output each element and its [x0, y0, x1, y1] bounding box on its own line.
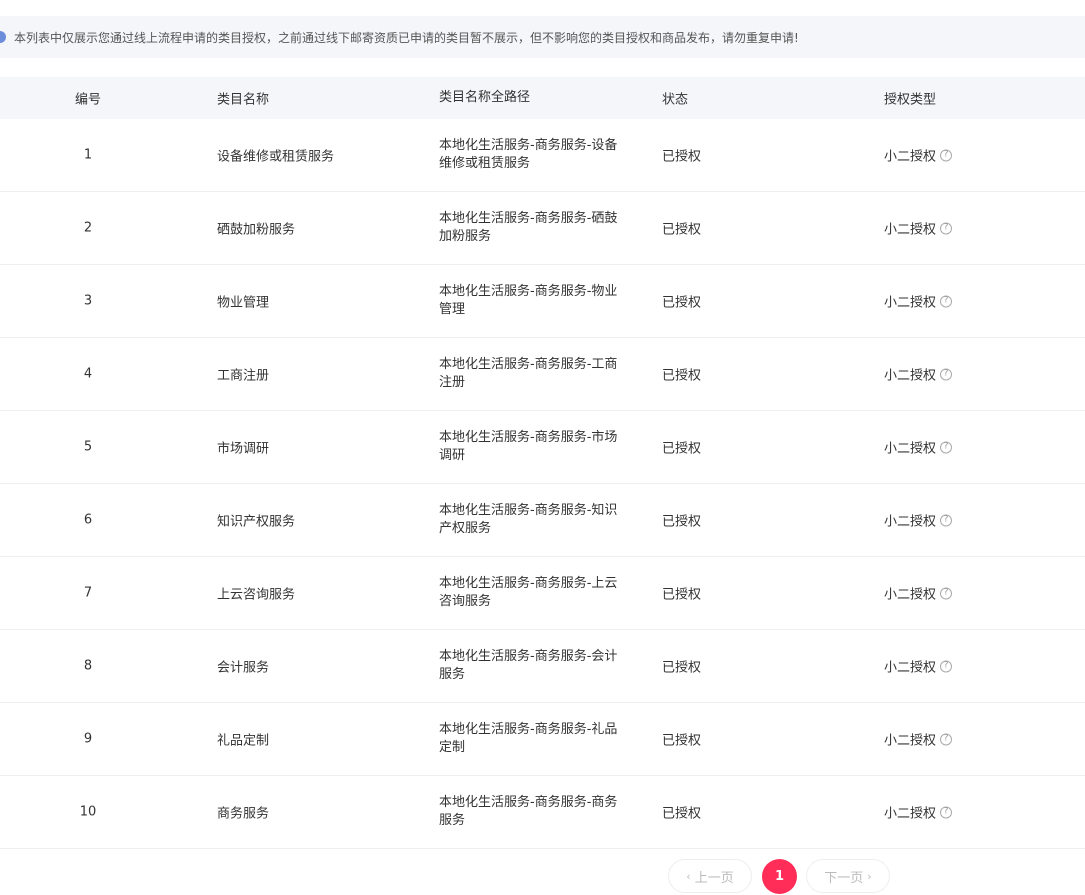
help-circle-icon[interactable]: ? [940, 660, 953, 672]
cell-no: 1 [83, 147, 93, 163]
cell-state: 已授权 [662, 295, 702, 311]
help-circle-icon[interactable]: ? [940, 806, 953, 818]
header-path: 类目名称全路径 [439, 90, 531, 105]
next-page-label: 下一页 [824, 870, 864, 886]
help-circle-icon[interactable]: ? [940, 368, 953, 380]
help-circle-icon[interactable]: ? [940, 587, 953, 599]
info-icon [0, 31, 6, 43]
cell-state: 已授权 [662, 514, 702, 530]
cell-path: 本地化生活服务-商务服务-硒鼓加粉服务 [439, 211, 618, 244]
cell-name: 商务服务 [217, 806, 270, 822]
help-circle-icon[interactable]: ? [940, 149, 953, 161]
cell-no: 2 [83, 220, 93, 236]
cell-state: 已授权 [662, 441, 702, 457]
auth-type-label: 小二授权 [884, 368, 937, 384]
cell-state: 已授权 [662, 368, 702, 384]
pagination: ‹ 上一页 1 下一页 › [0, 857, 1085, 895]
cell-path: 本地化生活服务-商务服务-会计服务 [439, 649, 618, 682]
table-row: 10 商务服务 本地化生活服务-商务服务-商务服务 已授权 小二授权? [0, 776, 1085, 849]
cell-no: 4 [83, 366, 93, 382]
cell-state: 已授权 [662, 806, 702, 822]
auth-type-label: 小二授权 [884, 514, 937, 530]
cell-type: 小二授权? [884, 292, 1064, 311]
header-state: 状态 [662, 92, 689, 108]
cell-no: 7 [83, 585, 93, 601]
header-no: 编号 [74, 92, 101, 108]
cell-path: 本地化生活服务-商务服务-设备维修或租赁服务 [439, 138, 618, 171]
cell-no: 9 [83, 731, 93, 747]
cell-type: 小二授权? [884, 438, 1064, 457]
prev-page-button[interactable]: ‹ 上一页 [668, 859, 752, 893]
help-circle-icon[interactable]: ? [940, 733, 953, 745]
chevron-right-icon: › [867, 869, 872, 883]
cell-path: 本地化生活服务-商务服务-上云咨询服务 [439, 576, 618, 609]
cell-type: 小二授权? [884, 803, 1064, 822]
cell-name: 硒鼓加粉服务 [217, 222, 296, 238]
cell-name: 会计服务 [217, 660, 270, 676]
auth-type-label: 小二授权 [884, 806, 937, 822]
cell-state: 已授权 [662, 587, 702, 603]
cell-type: 小二授权? [884, 730, 1064, 749]
notice-text: 本列表中仅展示您通过线上流程申请的类目授权，之前通过线下邮寄资质已申请的类目暂不… [14, 30, 799, 45]
auth-type-label: 小二授权 [884, 295, 937, 311]
cell-state: 已授权 [662, 660, 702, 676]
cell-name: 市场调研 [217, 441, 270, 457]
auth-type-label: 小二授权 [884, 660, 937, 676]
cell-no: 6 [83, 512, 93, 528]
cell-no: 5 [83, 439, 93, 455]
prev-page-label: 上一页 [694, 870, 734, 886]
auth-type-label: 小二授权 [884, 587, 937, 603]
cell-no: 8 [83, 658, 93, 674]
table-row: 1 设备维修或租赁服务 本地化生活服务-商务服务-设备维修或租赁服务 已授权 小二授权? [0, 119, 1085, 192]
table-row: 2 硒鼓加粉服务 本地化生活服务-商务服务-硒鼓加粉服务 已授权 小二授权? [0, 192, 1085, 265]
cell-name: 物业管理 [217, 295, 270, 311]
header-type: 授权类型 [884, 92, 937, 108]
cell-path: 本地化生活服务-商务服务-市场调研 [439, 430, 618, 463]
cell-state: 已授权 [662, 149, 702, 165]
cell-name: 工商注册 [217, 368, 270, 384]
page-1-button[interactable]: 1 [762, 859, 797, 894]
cell-type: 小二授权? [884, 511, 1064, 530]
cell-name: 知识产权服务 [217, 514, 296, 530]
auth-type-label: 小二授权 [884, 149, 937, 165]
auth-type-label: 小二授权 [884, 441, 937, 457]
cell-type: 小二授权? [884, 584, 1064, 603]
cell-name: 上云咨询服务 [217, 587, 296, 603]
cell-path: 本地化生活服务-商务服务-知识产权服务 [439, 503, 618, 536]
table-row: 7 上云咨询服务 本地化生活服务-商务服务-上云咨询服务 已授权 小二授权? [0, 557, 1085, 630]
table-row: 3 物业管理 本地化生活服务-商务服务-物业管理 已授权 小二授权? [0, 265, 1085, 338]
cell-path: 本地化生活服务-商务服务-工商注册 [439, 357, 618, 390]
table-header: 编号 类目名称 类目名称全路径 状态 授权类型 [0, 77, 1085, 119]
cell-no: 3 [83, 293, 93, 309]
notice-bar: 本列表中仅展示您通过线上流程申请的类目授权，之前通过线下邮寄资质已申请的类目暂不… [0, 16, 1085, 58]
table-row: 6 知识产权服务 本地化生活服务-商务服务-知识产权服务 已授权 小二授权? [0, 484, 1085, 557]
cell-type: 小二授权? [884, 365, 1064, 384]
category-auth-table: 编号 类目名称 类目名称全路径 状态 授权类型 1 设备维修或租赁服务 本地化生活服… [0, 77, 1085, 849]
auth-type-label: 小二授权 [884, 222, 937, 238]
cell-path: 本地化生活服务-商务服务-物业管理 [439, 284, 618, 317]
next-page-button[interactable]: 下一页 › [806, 859, 890, 893]
table-row: 8 会计服务 本地化生活服务-商务服务-会计服务 已授权 小二授权? [0, 630, 1085, 703]
cell-state: 已授权 [662, 222, 702, 238]
cell-path: 本地化生活服务-商务服务-商务服务 [439, 795, 618, 828]
chevron-left-icon: ‹ [686, 869, 691, 883]
auth-type-label: 小二授权 [884, 733, 937, 749]
table-body: 1 设备维修或租赁服务 本地化生活服务-商务服务-设备维修或租赁服务 已授权 小二授权?… [0, 119, 1085, 849]
cell-no: 10 [79, 804, 97, 820]
cell-type: 小二授权? [884, 219, 1064, 238]
help-circle-icon[interactable]: ? [940, 514, 953, 526]
table-row: 4 工商注册 本地化生活服务-商务服务-工商注册 已授权 小二授权? [0, 338, 1085, 411]
cell-name: 礼品定制 [217, 733, 270, 749]
help-circle-icon[interactable]: ? [940, 222, 953, 234]
help-circle-icon[interactable]: ? [940, 441, 953, 453]
cell-type: 小二授权? [884, 146, 1064, 165]
help-circle-icon[interactable]: ? [940, 295, 953, 307]
cell-path: 本地化生活服务-商务服务-礼品定制 [439, 722, 618, 755]
cell-name: 设备维修或租赁服务 [217, 149, 335, 165]
cell-type: 小二授权? [884, 657, 1064, 676]
table-row: 9 礼品定制 本地化生活服务-商务服务-礼品定制 已授权 小二授权? [0, 703, 1085, 776]
header-name: 类目名称 [217, 92, 270, 108]
table-row: 5 市场调研 本地化生活服务-商务服务-市场调研 已授权 小二授权? [0, 411, 1085, 484]
cell-state: 已授权 [662, 733, 702, 749]
